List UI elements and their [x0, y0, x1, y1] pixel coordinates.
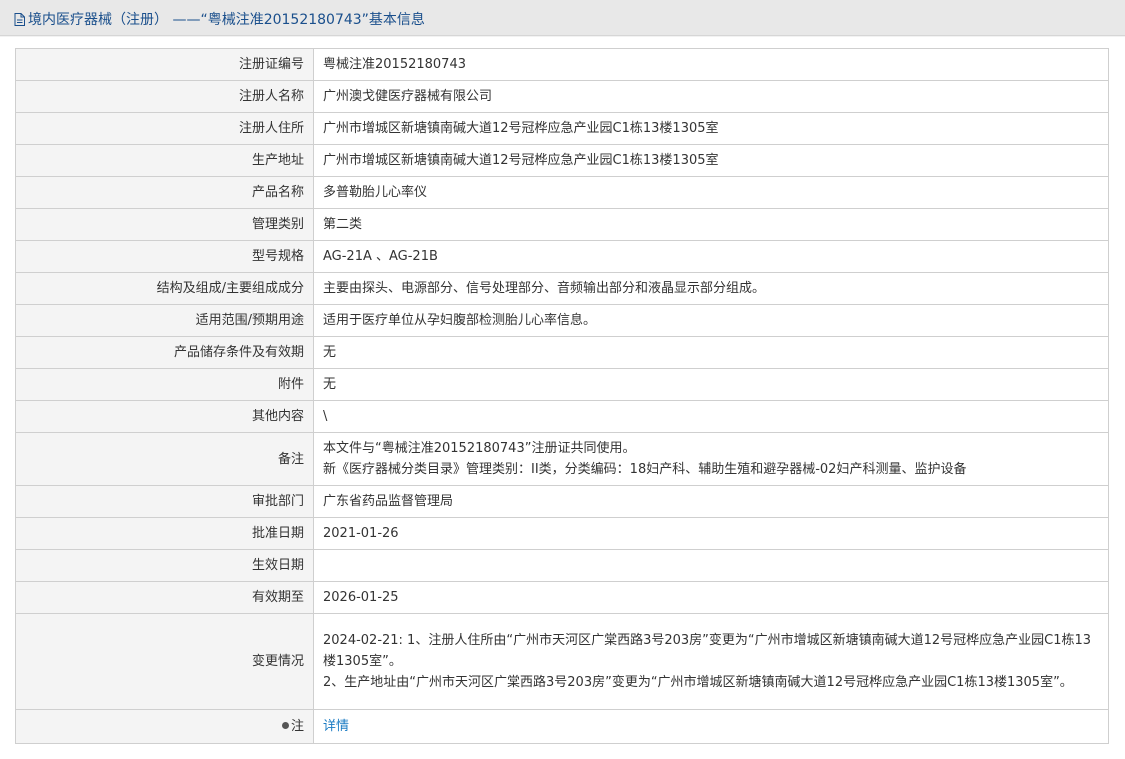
note-label: 注 [290, 719, 304, 734]
table-row: 管理类别 第二类 [15, 208, 1109, 241]
table-row: 注 详情 [15, 709, 1109, 744]
row-value: 详情 [313, 709, 1109, 744]
row-label: 备注 [15, 432, 314, 486]
table-row: 生效日期 [15, 549, 1109, 582]
table-row: 型号规格 AG-21A 、AG-21B [15, 240, 1109, 273]
remark-line: 新《医疗器械分类目录》管理类别：II类，分类编码：18妇产科、辅助生殖和避孕器械… [323, 462, 967, 477]
table-row: 其他内容 \ [15, 400, 1109, 433]
row-label: 批准日期 [15, 517, 314, 550]
row-value: 2026-01-25 [313, 581, 1109, 614]
table-row: 生产地址 广州市增城区新塘镇南碱大道12号冠桦应急产业园C1栋13楼1305室 [15, 144, 1109, 177]
details-link[interactable]: 详情 [323, 719, 349, 734]
table-row: 附件 无 [15, 368, 1109, 401]
table-row: 有效期至 2026-01-25 [15, 581, 1109, 614]
row-value: 广州澳戈健医疗器械有限公司 [313, 80, 1109, 113]
row-label: 结构及组成/主要组成成分 [15, 272, 314, 305]
row-value: AG-21A 、AG-21B [313, 240, 1109, 273]
row-value: 适用于医疗单位从孕妇腹部检测胎儿心率信息。 [313, 304, 1109, 337]
remark-line: 本文件与“粤械注准20152180743”注册证共同使用。 [323, 441, 636, 456]
row-value: 本文件与“粤械注准20152180743”注册证共同使用。 新《医疗器械分类目录… [313, 432, 1109, 486]
row-label: 产品储存条件及有效期 [15, 336, 314, 369]
row-label: 产品名称 [15, 176, 314, 209]
row-value: 多普勒胎儿心率仪 [313, 176, 1109, 209]
row-label: 适用范围/预期用途 [15, 304, 314, 337]
row-value: 广州市增城区新塘镇南碱大道12号冠桦应急产业园C1栋13楼1305室 [313, 144, 1109, 177]
info-table: 注册证编号 粤械注准20152180743 注册人名称 广州澳戈健医疗器械有限公… [15, 48, 1109, 744]
table-row: 产品名称 多普勒胎儿心率仪 [15, 176, 1109, 209]
table-row: 产品储存条件及有效期 无 [15, 336, 1109, 369]
row-value: 粤械注准20152180743 [313, 48, 1109, 81]
content-area: 注册证编号 粤械注准20152180743 注册人名称 广州澳戈健医疗器械有限公… [0, 37, 1125, 759]
row-label: 注 [15, 709, 314, 744]
document-icon [14, 13, 25, 26]
pin-icon [281, 722, 289, 729]
change-line: 2024-02-21: 1、注册人住所由“广州市天河区广棠西路3号203房”变更… [323, 633, 1092, 669]
row-label: 变更情况 [15, 613, 314, 710]
row-label: 审批部门 [15, 485, 314, 518]
table-row: 结构及组成/主要组成成分 主要由探头、电源部分、信号处理部分、音频输出部分和液晶… [15, 272, 1109, 305]
row-label: 其他内容 [15, 400, 314, 433]
row-value: 主要由探头、电源部分、信号处理部分、音频输出部分和液晶显示部分组成。 [313, 272, 1109, 305]
table-row: 注册人住所 广州市增城区新塘镇南碱大道12号冠桦应急产业园C1栋13楼1305室 [15, 112, 1109, 145]
row-value: 第二类 [313, 208, 1109, 241]
table-row: 批准日期 2021-01-26 [15, 517, 1109, 550]
table-row: 审批部门 广东省药品监督管理局 [15, 485, 1109, 518]
row-value: 无 [313, 336, 1109, 369]
table-row: 备注 本文件与“粤械注准20152180743”注册证共同使用。 新《医疗器械分… [15, 432, 1109, 486]
table-row: 适用范围/预期用途 适用于医疗单位从孕妇腹部检测胎儿心率信息。 [15, 304, 1109, 337]
row-label: 注册证编号 [15, 48, 314, 81]
row-label: 有效期至 [15, 581, 314, 614]
page-header: 境内医疗器械（注册） ——“粤械注准20152180743”基本信息 [0, 0, 1125, 36]
row-label: 注册人名称 [15, 80, 314, 113]
row-label: 注册人住所 [15, 112, 314, 145]
page-title-text: 境内医疗器械（注册） ——“粤械注准20152180743”基本信息 [28, 12, 425, 28]
row-value [313, 549, 1109, 582]
row-label: 生产地址 [15, 144, 314, 177]
page-title: 境内医疗器械（注册） ——“粤械注准20152180743”基本信息 [14, 9, 425, 29]
row-label: 型号规格 [15, 240, 314, 273]
change-line: 2、生产地址由“广州市天河区广棠西路3号203房”变更为“广州市增城区新塘镇南碱… [323, 675, 1073, 690]
row-label: 附件 [15, 368, 314, 401]
row-value: 广东省药品监督管理局 [313, 485, 1109, 518]
row-label: 生效日期 [15, 549, 314, 582]
table-row: 注册证编号 粤械注准20152180743 [15, 48, 1109, 81]
row-value: 2021-01-26 [313, 517, 1109, 550]
table-row: 变更情况 2024-02-21: 1、注册人住所由“广州市天河区广棠西路3号20… [15, 613, 1109, 710]
row-value: 2024-02-21: 1、注册人住所由“广州市天河区广棠西路3号203房”变更… [313, 613, 1109, 710]
row-value: 无 [313, 368, 1109, 401]
row-label: 管理类别 [15, 208, 314, 241]
table-row: 注册人名称 广州澳戈健医疗器械有限公司 [15, 80, 1109, 113]
row-value: 广州市增城区新塘镇南碱大道12号冠桦应急产业园C1栋13楼1305室 [313, 112, 1109, 145]
row-value: \ [313, 400, 1109, 433]
